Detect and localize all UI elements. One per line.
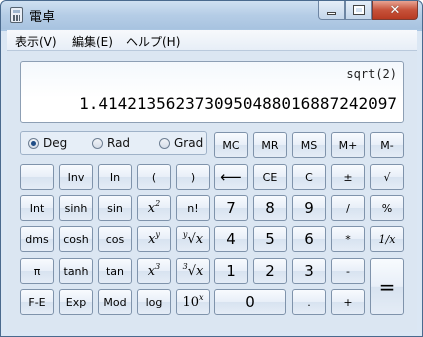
title-bar[interactable]: 電卓 ✕ [1, 1, 422, 29]
sinh-button[interactable]: sinh [59, 195, 93, 221]
square-button[interactable]: x2 [137, 195, 171, 221]
cube-button[interactable]: x3 [137, 258, 171, 284]
radio-grad-indicator [159, 137, 170, 149]
caption-buttons: ✕ [318, 1, 418, 21]
expression-display: sqrt(2) [346, 67, 397, 81]
ten-power-exponent: x [199, 292, 204, 302]
digit-6-button[interactable]: 6 [292, 226, 326, 252]
digit-9-button[interactable]: 9 [292, 195, 326, 221]
radio-rad-label: Rad [107, 136, 131, 150]
close-button[interactable]: ✕ [372, 1, 418, 20]
factorial-button[interactable]: n! [176, 195, 210, 221]
reciprocal-button[interactable]: 1/x [370, 226, 404, 252]
add-button[interactable]: + [331, 289, 365, 315]
cube-root-button[interactable]: 3 √ x [176, 258, 210, 284]
digit-4-button[interactable]: 4 [214, 226, 248, 252]
subtract-button[interactable]: - [331, 258, 365, 284]
menu-edit[interactable]: 編集(E) [72, 33, 113, 50]
sqrt-button[interactable]: √ [370, 164, 404, 190]
cosh-button[interactable]: cosh [59, 226, 93, 252]
yth-root-radicand: x [195, 231, 204, 247]
power-exponent: y [155, 229, 160, 239]
tan-button[interactable]: tan [98, 258, 132, 284]
m-minus-button[interactable]: M- [370, 132, 404, 158]
minimize-button[interactable] [318, 1, 345, 20]
result-display: 1.4142135623730950488016887242097 [79, 94, 397, 113]
mc-button[interactable]: MC [214, 132, 248, 158]
cube-base: x [147, 263, 156, 279]
digit-3-button[interactable]: 3 [292, 258, 326, 284]
yth-root-index: y [182, 229, 188, 239]
log-button[interactable]: log [137, 289, 171, 315]
cube-exponent: 3 [155, 261, 161, 271]
minimize-icon [327, 11, 336, 15]
square-exponent: 2 [155, 198, 161, 208]
decimal-button[interactable]: . [292, 289, 326, 315]
menu-bar: 表示(V) 編集(E) ヘルプ(H) [7, 30, 417, 51]
divide-button[interactable]: / [331, 195, 365, 221]
radio-grad-label: Grad [174, 136, 204, 150]
digit-1-button[interactable]: 1 [214, 258, 248, 284]
cube-root-index: 3 [182, 261, 188, 271]
calculator-window: 電卓 ✕ 表示(V) 編集(E) ヘルプ(H) sqrt(2) 1.414213… [0, 0, 423, 337]
digit-0-button[interactable]: 0 [214, 289, 286, 315]
exp-button[interactable]: Exp [59, 289, 93, 315]
tanh-button[interactable]: tanh [59, 258, 93, 284]
maximize-button[interactable] [345, 1, 372, 20]
right-paren-button[interactable]: ) [176, 164, 210, 190]
backspace-button[interactable]: ⟵ [214, 164, 248, 190]
fe-button[interactable]: F-E [20, 289, 54, 315]
mod-button[interactable]: Mod [98, 289, 132, 315]
left-paren-button[interactable]: ( [137, 164, 171, 190]
close-icon: ✕ [389, 2, 401, 18]
ten-power-base: 10 [182, 294, 200, 310]
cube-root-radicand: x [196, 263, 204, 279]
maximize-icon [352, 5, 365, 15]
mr-button[interactable]: MR [253, 132, 287, 158]
menu-help[interactable]: ヘルプ(H) [126, 33, 180, 50]
power-button[interactable]: xy [137, 226, 171, 252]
digit-7-button[interactable]: 7 [214, 195, 248, 221]
inv-button[interactable]: Inv [59, 164, 93, 190]
menu-view[interactable]: 表示(V) [15, 33, 57, 50]
radio-rad[interactable]: Rad [92, 136, 130, 150]
angle-mode-group: Deg Rad Grad [20, 131, 207, 155]
yth-root-button[interactable]: y √ x [176, 226, 210, 252]
cos-button[interactable]: cos [98, 226, 132, 252]
radio-deg-indicator [28, 137, 39, 149]
calculator-app-icon [10, 7, 23, 23]
digit-2-button[interactable]: 2 [253, 258, 287, 284]
int-button[interactable]: Int [20, 195, 54, 221]
clear-button[interactable]: C [292, 164, 326, 190]
calculator-body: sqrt(2) 1.414213562373095048801688724209… [7, 51, 417, 332]
window-title: 電卓 [29, 10, 56, 25]
ms-button[interactable]: MS [292, 132, 326, 158]
pi-button[interactable]: π [20, 258, 54, 284]
blank-button[interactable] [20, 164, 54, 190]
digit-8-button[interactable]: 8 [253, 195, 287, 221]
equals-button[interactable]: = [370, 258, 404, 315]
ten-power-button[interactable]: 10 x [176, 289, 210, 315]
plus-minus-button[interactable]: ± [331, 164, 365, 190]
radio-deg[interactable]: Deg [28, 136, 67, 150]
radio-rad-indicator [92, 137, 103, 149]
ce-button[interactable]: CE [253, 164, 287, 190]
percent-button[interactable]: % [370, 195, 404, 221]
radio-deg-label: Deg [43, 136, 68, 150]
ln-button[interactable]: In [98, 164, 132, 190]
display-panel: sqrt(2) 1.414213562373095048801688724209… [20, 61, 404, 123]
m-plus-button[interactable]: M+ [331, 132, 365, 158]
radio-grad[interactable]: Grad [159, 136, 203, 150]
digit-5-button[interactable]: 5 [253, 226, 287, 252]
dms-button[interactable]: dms [20, 226, 54, 252]
sin-button[interactable]: sin [98, 195, 132, 221]
multiply-button[interactable]: * [331, 226, 365, 252]
